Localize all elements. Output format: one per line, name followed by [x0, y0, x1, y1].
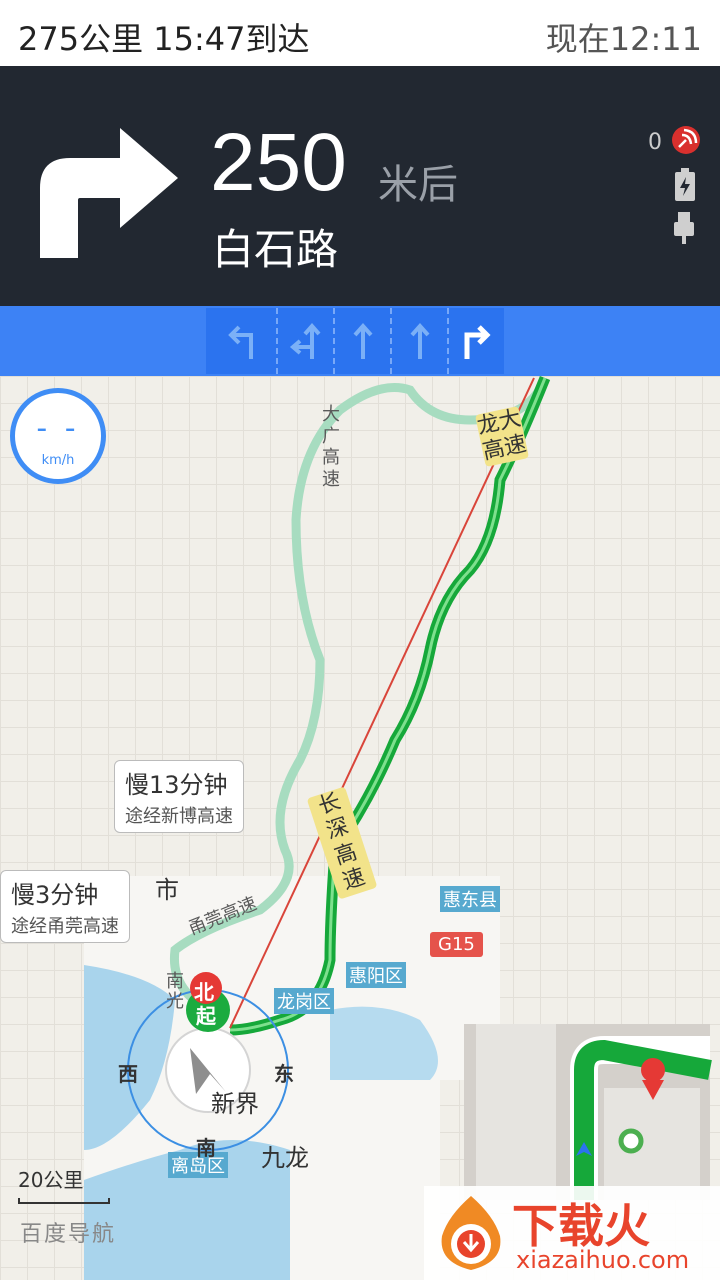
map-overlay: [84, 375, 712, 1280]
minimap-north-icon: [641, 1058, 665, 1082]
tip-subtitle: 途经甬莞高速: [11, 916, 119, 937]
watermark-site: xiazaihuo.com: [516, 1246, 690, 1274]
route-tip-slow-13[interactable]: 慢13分钟 途经新博高速: [114, 760, 244, 833]
tip-title: 慢13分钟: [125, 771, 228, 799]
place-label-longgang: 龙岗区: [274, 988, 334, 1014]
place-label-xinjie: 新界: [211, 1090, 259, 1118]
speedometer: - - km/h: [10, 388, 106, 484]
place-label-jiulong: 九龙: [261, 1144, 309, 1172]
place-label-huidong: 惠东县: [440, 886, 500, 912]
map-scale-bar: [18, 1198, 110, 1204]
watermark: 下载火 xiazaihuo.com: [424, 1186, 720, 1280]
place-label-huiyang: 惠阳区: [346, 962, 406, 988]
start-label: 起: [196, 1004, 216, 1028]
map-scale-label: 20公里: [18, 1168, 84, 1192]
road-label-nanguang: 南光: [166, 971, 184, 1012]
tip-title: 慢3分钟: [11, 881, 99, 909]
navigation-screen: 275公里 15:47到达 现在12:11 250 米后 白石路 0 - - k…: [0, 0, 720, 1280]
minimap-block: [476, 1024, 556, 1200]
tip-subtitle: 途经新博高速: [125, 806, 233, 827]
road-label-dada: 大广高速: [322, 404, 340, 490]
speed-value: - -: [36, 411, 80, 446]
fire-logo-icon: [441, 1196, 501, 1270]
speed-unit: km/h: [41, 453, 75, 468]
brand-label: 百度导航: [20, 1222, 117, 1247]
minimap-block: [604, 1088, 700, 1200]
highway-shield-g15: G15: [430, 932, 483, 957]
minimap-poi-icon: [618, 1128, 644, 1154]
route-tip-slow-3[interactable]: 慢3分钟 途经甬莞高速: [0, 870, 130, 943]
compass-east: 东: [274, 1062, 294, 1086]
place-label-shi: 市: [155, 876, 179, 904]
compass-west: 西: [118, 1062, 138, 1086]
compass-south: 南: [196, 1136, 216, 1160]
